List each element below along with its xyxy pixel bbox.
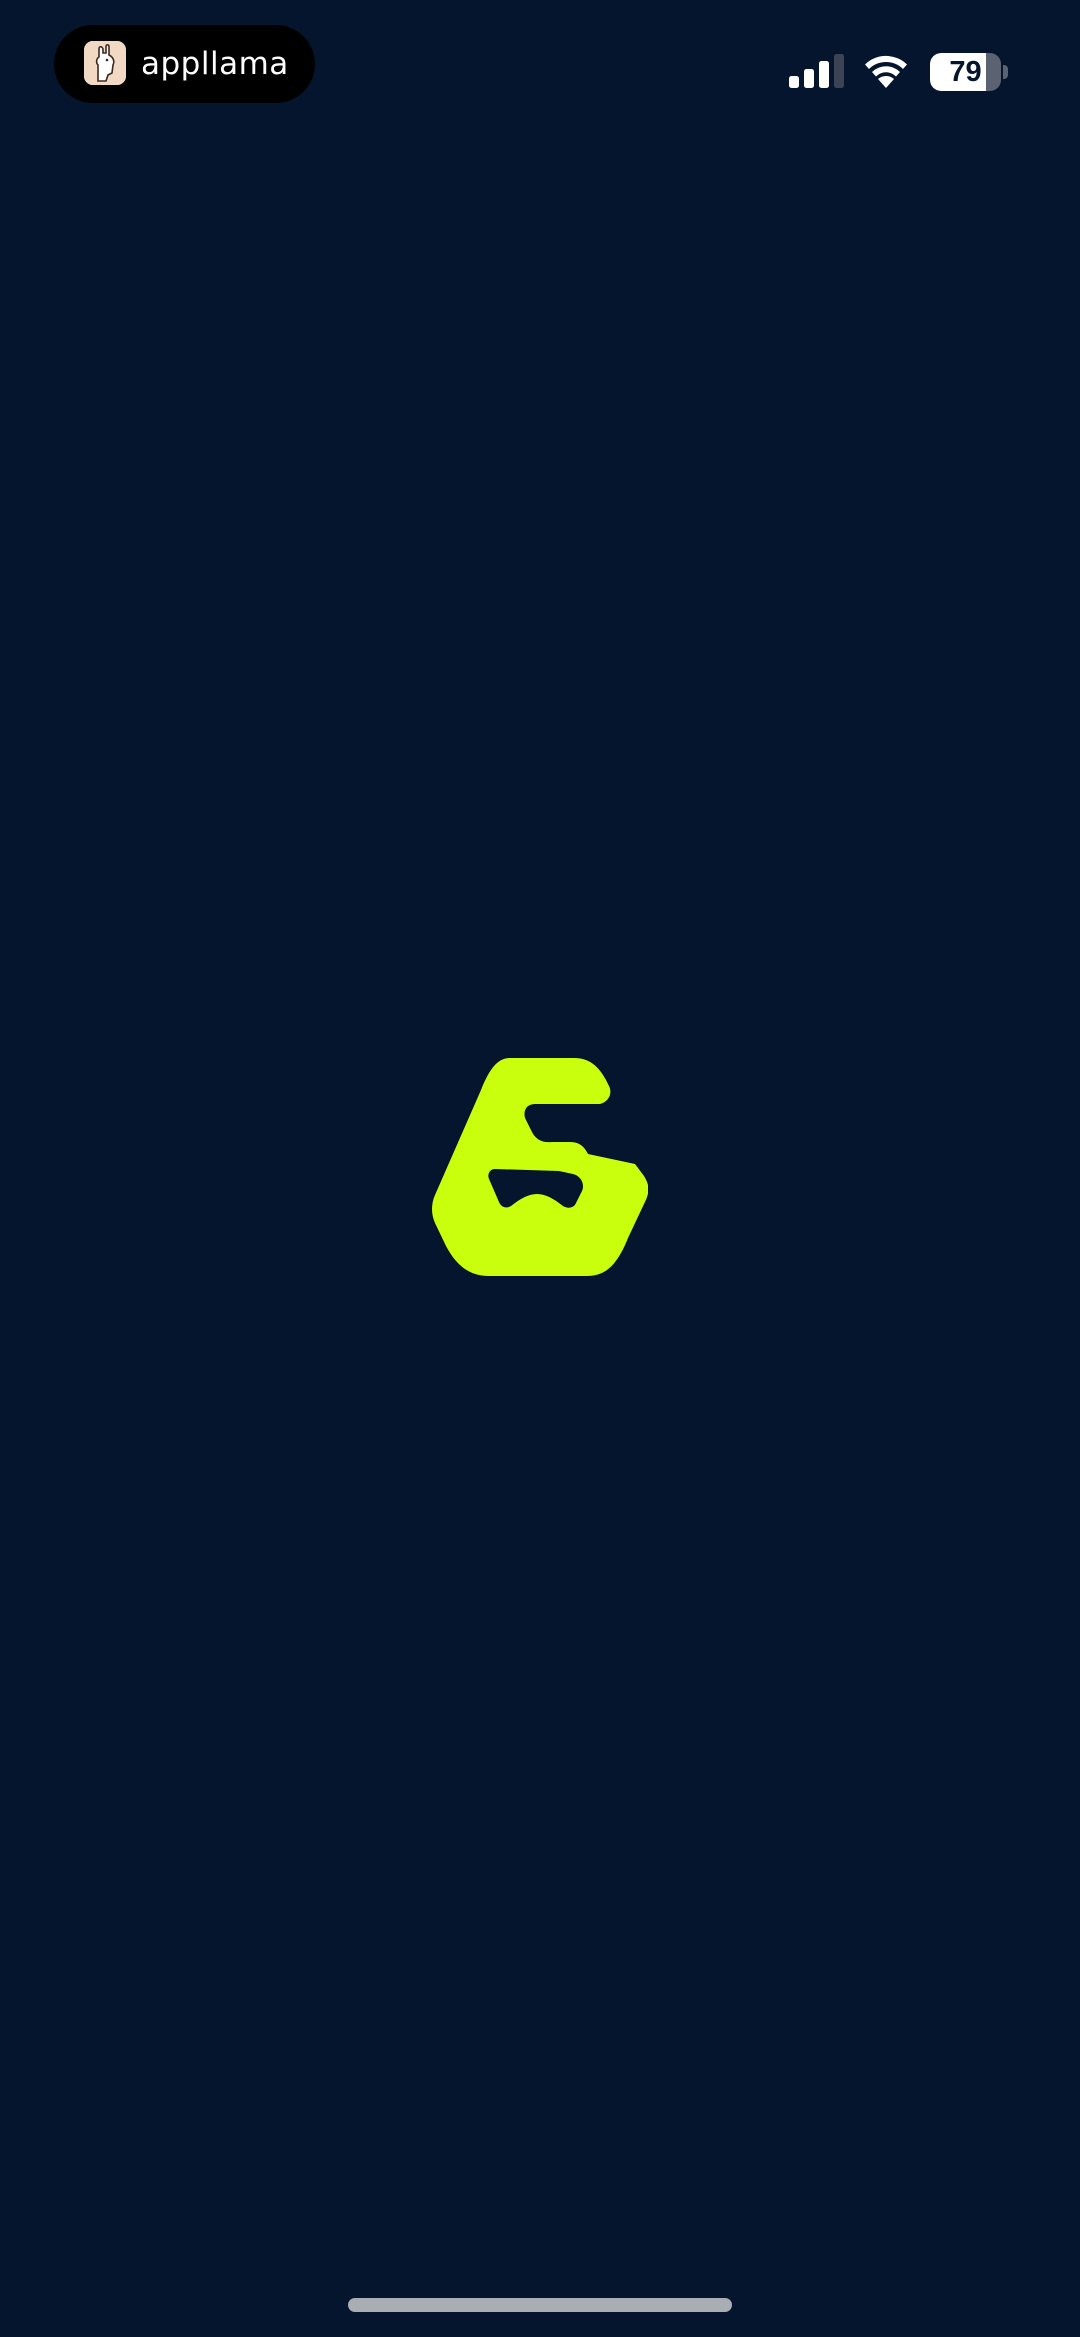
status-bar: appllama 79 — [0, 0, 1080, 130]
battery-body: 79 — [930, 53, 1001, 91]
app-switcher-pill[interactable]: appllama — [54, 25, 315, 103]
battery-tip — [1003, 65, 1008, 79]
wifi-icon — [865, 55, 907, 88]
app-logo-g-icon — [432, 1058, 648, 1276]
battery-percent: 79 — [949, 56, 982, 88]
app-name-label: appllama — [141, 46, 289, 82]
home-indicator[interactable] — [348, 2298, 732, 2312]
appllama-icon — [84, 41, 126, 85]
battery-icon: 79 — [930, 53, 1008, 91]
signal-icon — [789, 54, 844, 88]
